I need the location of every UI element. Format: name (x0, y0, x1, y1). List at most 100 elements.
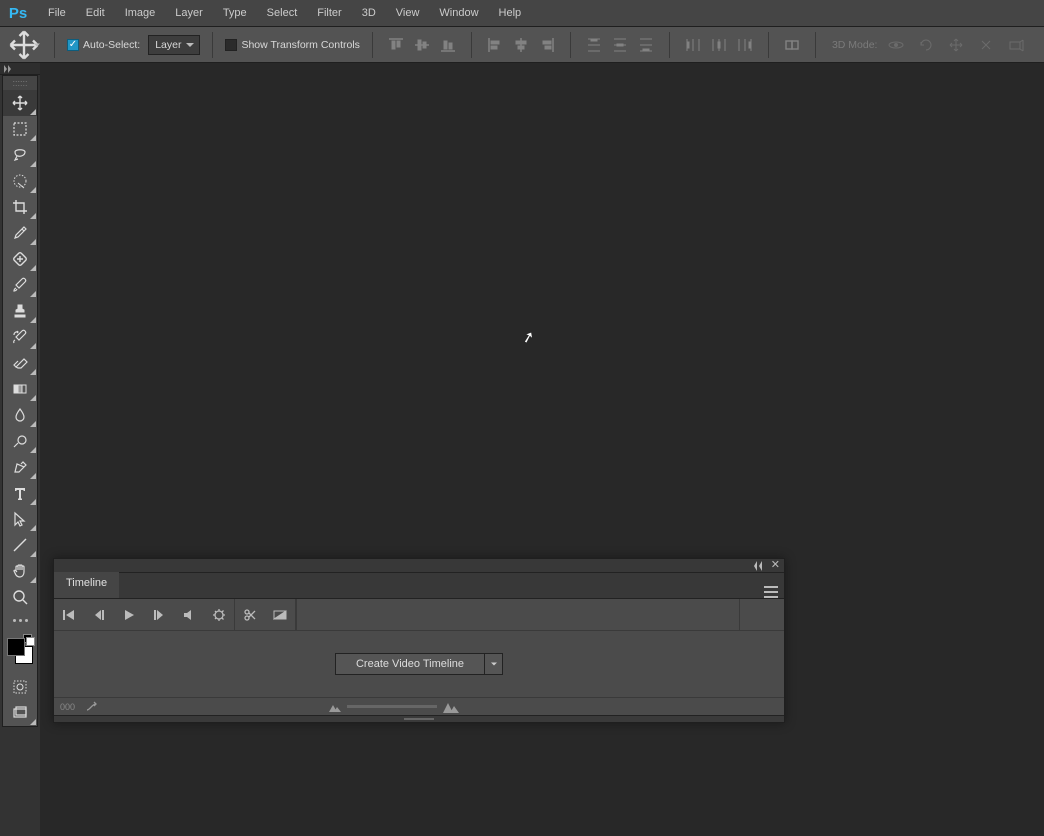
current-tool-preset[interactable] (6, 30, 42, 60)
zoom-in-mountain-icon (443, 701, 459, 713)
3d-orbit-button[interactable] (885, 34, 907, 56)
edit-toolbar-button[interactable] (3, 610, 37, 630)
next-frame-button[interactable] (144, 599, 174, 631)
timeline-body: Create Video Timeline (54, 631, 784, 697)
3d-pan-button[interactable] (945, 34, 967, 56)
shape-tool[interactable] (3, 532, 37, 558)
move-tool-icon (6, 27, 42, 63)
separator (372, 32, 373, 58)
timeline-toolbar (54, 599, 784, 631)
align-bottom-edges-button[interactable] (437, 34, 459, 56)
menu-view[interactable]: View (386, 3, 430, 23)
create-video-timeline-button[interactable]: Create Video Timeline (335, 653, 485, 675)
create-timeline-dropdown[interactable] (485, 653, 503, 675)
hand-tool[interactable] (3, 558, 37, 584)
color-swatches[interactable] (3, 634, 37, 670)
collapse-panel-icon[interactable] (753, 561, 763, 571)
show-transform-label: Show Transform Controls (241, 39, 359, 51)
history-brush-tool[interactable] (3, 324, 37, 350)
distribute-left-button[interactable] (682, 34, 704, 56)
eraser-tool[interactable] (3, 350, 37, 376)
lasso-tool[interactable] (3, 142, 37, 168)
align-left-edges-button[interactable] (484, 34, 506, 56)
quick-mask-toggle[interactable] (3, 674, 37, 700)
3d-mode-label: 3D Mode: (832, 39, 878, 51)
menu-image[interactable]: Image (115, 3, 166, 23)
auto-select-label: Auto-Select: (83, 39, 140, 51)
auto-select-target-value: Layer (155, 39, 181, 51)
brush-tool[interactable] (3, 272, 37, 298)
align-top-edges-button[interactable] (385, 34, 407, 56)
frame-counter: 000 (60, 702, 75, 712)
close-panel-icon[interactable]: ✕ (771, 560, 780, 571)
menu-select[interactable]: Select (257, 3, 308, 23)
auto-select-target[interactable]: Layer (148, 35, 200, 55)
spot-healing-tool[interactable] (3, 246, 37, 272)
tools-panel-grip[interactable]: :::::: (3, 76, 37, 90)
go-to-first-frame-button[interactable] (54, 599, 84, 631)
split-at-playhead-button[interactable] (235, 599, 265, 631)
separator (768, 32, 769, 58)
playback-options-button[interactable] (204, 599, 234, 631)
menu-file[interactable]: File (38, 3, 76, 23)
play-button[interactable] (114, 599, 144, 631)
align-horizontal-centers-button[interactable] (510, 34, 532, 56)
distribute-h-centers-button[interactable] (708, 34, 730, 56)
dodge-tool[interactable] (3, 428, 37, 454)
separator (570, 32, 571, 58)
zoom-tool[interactable] (3, 584, 37, 610)
prev-frame-button[interactable] (84, 599, 114, 631)
mute-button[interactable] (174, 599, 204, 631)
panel-strip-collapse[interactable] (0, 63, 40, 75)
quick-select-tool[interactable] (3, 168, 37, 194)
separator (212, 32, 213, 58)
menu-window[interactable]: Window (429, 3, 488, 23)
menu-3d[interactable]: 3D (352, 3, 386, 23)
stamp-tool[interactable] (3, 298, 37, 324)
gradient-tool[interactable] (3, 376, 37, 402)
zoom-slider[interactable] (347, 705, 437, 708)
auto-select-checkbox[interactable] (67, 39, 79, 51)
panel-menu-icon[interactable] (764, 586, 778, 598)
timeline-ruler[interactable] (296, 599, 740, 631)
pen-tool[interactable] (3, 454, 37, 480)
timeline-resize-grip[interactable] (54, 715, 784, 722)
menu-edit[interactable]: Edit (76, 3, 115, 23)
auto-align-layers-button[interactable] (781, 34, 803, 56)
menu-layer[interactable]: Layer (165, 3, 213, 23)
timeline-panel-controls: ✕ (54, 559, 784, 573)
convert-to-frame-animation-icon[interactable] (85, 701, 99, 713)
blur-tool[interactable] (3, 402, 37, 428)
marquee-tool[interactable] (3, 116, 37, 142)
path-select-tool[interactable] (3, 506, 37, 532)
foreground-color[interactable] (7, 638, 25, 656)
menu-bar: Ps File Edit Image Layer Type Select Fil… (0, 0, 1044, 27)
transition-button[interactable] (265, 599, 295, 631)
distribute-top-button[interactable] (583, 34, 605, 56)
menu-type[interactable]: Type (213, 3, 257, 23)
align-right-edges-button[interactable] (536, 34, 558, 56)
tools-panel: :::::: (2, 75, 38, 727)
timeline-panel: ✕ Timeline Create Video Timeline 000 (53, 558, 785, 723)
crop-tool[interactable] (3, 194, 37, 220)
distribute-bottom-button[interactable] (635, 34, 657, 56)
distribute-right-button[interactable] (734, 34, 756, 56)
menu-filter[interactable]: Filter (307, 3, 351, 23)
3d-scale-button[interactable] (1005, 34, 1027, 56)
separator (815, 32, 816, 58)
show-transform-checkbox[interactable] (225, 39, 237, 51)
distribute-v-centers-button[interactable] (609, 34, 631, 56)
tab-timeline[interactable]: Timeline (54, 572, 119, 598)
screen-mode-toggle[interactable] (3, 700, 37, 726)
eyedropper-tool[interactable] (3, 220, 37, 246)
align-vertical-centers-button[interactable] (411, 34, 433, 56)
type-tool[interactable] (3, 480, 37, 506)
show-transform-option[interactable]: Show Transform Controls (225, 39, 359, 51)
separator (471, 32, 472, 58)
3d-rotate-button[interactable] (915, 34, 937, 56)
move-tool[interactable] (3, 90, 37, 116)
3d-slide-button[interactable] (975, 34, 997, 56)
menu-help[interactable]: Help (489, 3, 532, 23)
auto-select-option[interactable]: Auto-Select: (67, 39, 140, 51)
timeline-zoom[interactable] (329, 701, 459, 713)
